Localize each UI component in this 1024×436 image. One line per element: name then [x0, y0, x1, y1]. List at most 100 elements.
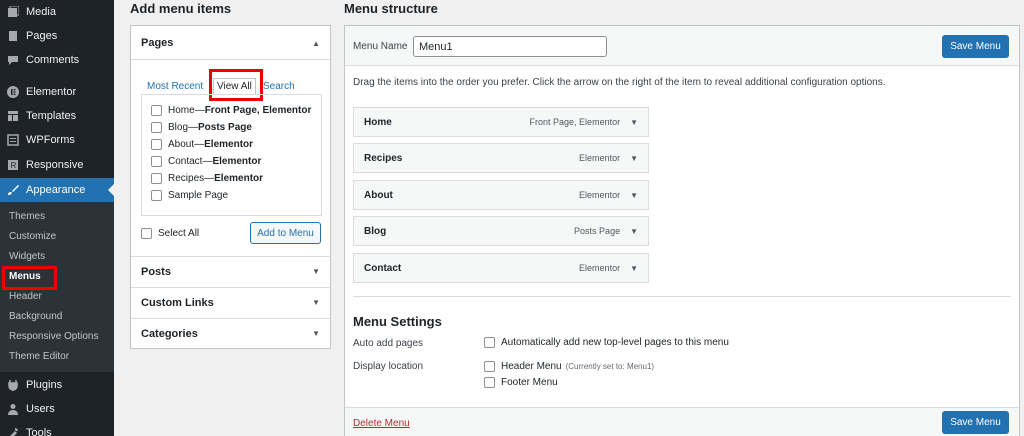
- sidebar-item-label: Tools: [26, 427, 52, 436]
- sidebar-item-responsive[interactable]: R Responsive: [0, 153, 114, 177]
- tab-search[interactable]: Search: [263, 81, 295, 92]
- menu-item-title: Contact: [364, 262, 402, 274]
- sidebar-item-comments[interactable]: Comments: [0, 48, 114, 72]
- menu-name-input[interactable]: Menu1: [413, 36, 607, 57]
- submenu-item-theme-editor[interactable]: Theme Editor: [9, 351, 69, 362]
- expand-arrow-icon[interactable]: ▼: [630, 191, 638, 200]
- appearance-brush-icon: [6, 183, 20, 197]
- submenu-item-background[interactable]: Background: [9, 311, 62, 322]
- wpforms-icon: [6, 133, 20, 147]
- tab-most-recent[interactable]: Most Recent: [147, 81, 203, 92]
- header-menu-option[interactable]: Header Menu (Currently set to: Menu1): [484, 361, 654, 372]
- expand-arrow-icon[interactable]: ▼: [630, 227, 638, 236]
- menu-item-blog[interactable]: Blog Posts Page ▼: [353, 216, 649, 246]
- expand-arrow-icon[interactable]: ▼: [630, 118, 638, 127]
- checkbox[interactable]: [484, 377, 495, 388]
- display-location-label: Display location: [353, 361, 424, 372]
- checkbox[interactable]: [151, 173, 162, 184]
- sidebar-item-templates[interactable]: Templates: [0, 104, 114, 128]
- delete-menu-link[interactable]: Delete Menu: [353, 418, 410, 429]
- menu-name-label: Menu Name: [353, 41, 408, 52]
- save-menu-button-bottom[interactable]: Save Menu: [942, 411, 1009, 434]
- custom-links-accordion-title[interactable]: Custom Links ▼: [131, 287, 330, 317]
- menu-footer-bar: Delete Menu Save Menu: [345, 407, 1019, 436]
- sidebar-item-appearance[interactable]: Appearance: [0, 178, 114, 202]
- menu-item-title: Recipes: [364, 152, 403, 164]
- auto-add-option[interactable]: Automatically add new top-level pages to…: [484, 337, 729, 348]
- admin-sidebar: Media Pages Comments Elementor Templates…: [0, 0, 114, 436]
- sidebar-item-label: Plugins: [26, 379, 63, 391]
- auto-add-option-label: Automatically add new top-level pages to…: [501, 337, 729, 348]
- sidebar-item-media[interactable]: Media: [0, 0, 114, 24]
- tools-icon: [6, 426, 20, 436]
- sidebar-item-wpforms[interactable]: WPForms: [0, 128, 114, 152]
- menu-item-contact[interactable]: Contact Elementor ▼: [353, 253, 649, 283]
- expand-arrow-icon: ▼: [312, 298, 320, 307]
- select-all-checkbox[interactable]: Select All: [141, 228, 199, 239]
- page-tag: Elementor: [204, 139, 254, 150]
- add-to-menu-button[interactable]: Add to Menu: [250, 222, 321, 244]
- sidebar-item-label: Elementor: [26, 86, 77, 98]
- sidebar-item-plugins[interactable]: Plugins: [0, 373, 114, 397]
- pages-title-label: Pages: [141, 37, 174, 49]
- posts-accordion-title[interactable]: Posts ▼: [131, 256, 330, 286]
- expand-arrow-icon[interactable]: ▼: [630, 264, 638, 273]
- menu-item-recipes[interactable]: Recipes Elementor ▼: [353, 143, 649, 173]
- menu-item-about[interactable]: About Elementor ▼: [353, 180, 649, 210]
- page-name: Sample Page: [168, 190, 229, 201]
- media-icon: [6, 5, 20, 19]
- page-checkbox-home[interactable]: Home — Front Page, Elementor: [151, 105, 311, 116]
- checkbox[interactable]: [484, 361, 495, 372]
- menu-structure-panel: Menu Name Menu1 Save Menu Drag the items…: [344, 25, 1020, 436]
- page-checkbox-blog[interactable]: Blog — Posts Page: [151, 122, 252, 133]
- sidebar-item-label: Pages: [26, 30, 58, 42]
- section-label: Categories: [141, 327, 198, 340]
- sidebar-item-pages[interactable]: Pages: [0, 24, 114, 48]
- checkbox[interactable]: [484, 337, 495, 348]
- checkbox[interactable]: [151, 190, 162, 201]
- page-separator: —: [202, 156, 213, 167]
- page-checkbox-sample-page[interactable]: Sample Page: [151, 190, 228, 201]
- submenu-item-widgets[interactable]: Widgets: [9, 251, 45, 262]
- categories-accordion-title[interactable]: Categories ▼: [131, 318, 330, 348]
- sidebar-item-elementor[interactable]: Elementor: [0, 80, 114, 104]
- page-checkbox-about[interactable]: About — Elementor: [151, 139, 253, 150]
- sidebar-item-label: Appearance: [26, 184, 86, 196]
- expand-arrow-icon[interactable]: ▼: [630, 154, 638, 163]
- checkbox[interactable]: [151, 105, 162, 116]
- appearance-submenu: Themes Customize Widgets Menus Header Ba…: [0, 202, 114, 372]
- menu-item-type: Posts Page: [574, 226, 621, 236]
- submenu-item-themes[interactable]: Themes: [9, 211, 45, 222]
- menu-item-title: About: [364, 189, 393, 201]
- checkbox[interactable]: [151, 139, 162, 150]
- checkbox[interactable]: [151, 122, 162, 133]
- submenu-item-responsive-options[interactable]: Responsive Options: [9, 331, 99, 342]
- menu-item-home[interactable]: Home Front Page, Elementor ▼: [353, 107, 649, 137]
- save-menu-button-top[interactable]: Save Menu: [942, 35, 1009, 58]
- pages-accordion-title[interactable]: Pages ▲: [131, 28, 330, 58]
- checkbox[interactable]: [151, 156, 162, 167]
- divider: [353, 296, 1011, 297]
- submenu-item-customize[interactable]: Customize: [9, 231, 56, 242]
- menu-structure-heading: Menu structure: [344, 1, 438, 16]
- header-menu-note: (Currently set to: Menu1): [565, 362, 655, 371]
- page-name: Recipes: [168, 173, 205, 184]
- page-checkbox-recipes[interactable]: Recipes — Elementor: [151, 173, 263, 184]
- menu-settings-heading: Menu Settings: [353, 314, 442, 329]
- footer-menu-option[interactable]: Footer Menu: [484, 377, 558, 388]
- select-all-label: Select All: [158, 228, 200, 239]
- footer-menu-label: Footer Menu: [501, 377, 558, 388]
- page-name: About: [168, 139, 195, 150]
- sidebar-item-label: Templates: [26, 110, 77, 122]
- sidebar-item-users[interactable]: Users: [0, 397, 114, 421]
- checkbox[interactable]: [141, 228, 152, 239]
- page-tag: Elementor: [214, 173, 264, 184]
- submenu-item-header[interactable]: Header: [9, 291, 42, 302]
- page-tag: Posts Page: [198, 122, 252, 133]
- sidebar-item-label: Comments: [26, 54, 80, 66]
- menu-item-type: Elementor: [579, 263, 621, 273]
- svg-text:R: R: [11, 161, 17, 170]
- sidebar-item-tools[interactable]: Tools: [0, 421, 114, 436]
- expand-arrow-icon: ▼: [312, 267, 320, 276]
- page-checkbox-contact[interactable]: Contact — Elementor: [151, 156, 261, 167]
